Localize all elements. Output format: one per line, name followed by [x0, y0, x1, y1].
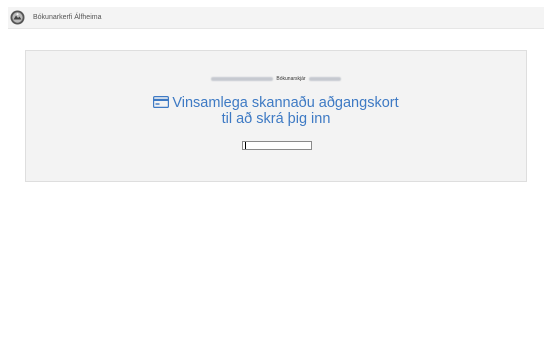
top-bar: Bókunarkerfi Álfheima [0, 0, 550, 33]
scan-instruction-text-1: Vinsamlega skannaðu aðgangskort [172, 95, 399, 111]
card-scan-input[interactable] [242, 141, 312, 150]
text-cursor [245, 142, 246, 149]
header: Bókunarkerfi Álfheima [8, 7, 544, 29]
app-title: Bókunarkerfi Álfheima [33, 14, 102, 21]
app-logo-icon [10, 10, 25, 25]
redacted-text [211, 77, 274, 81]
scan-instruction-line1: Vinsamlega skannaðu aðgangskort [26, 95, 526, 111]
credit-card-icon [153, 96, 170, 109]
breadcrumb: Bókunarskjár [26, 76, 526, 82]
redacted-text [308, 77, 341, 81]
login-panel: Bókunarskjár Vinsamlega skannaðu aðgangs… [25, 50, 527, 182]
scan-instruction: Vinsamlega skannaðu aðgangskort til að s… [26, 95, 526, 127]
scan-instruction-line2: til að skrá þig inn [221, 111, 331, 127]
breadcrumb-current: Bókunarskjár [276, 76, 306, 82]
